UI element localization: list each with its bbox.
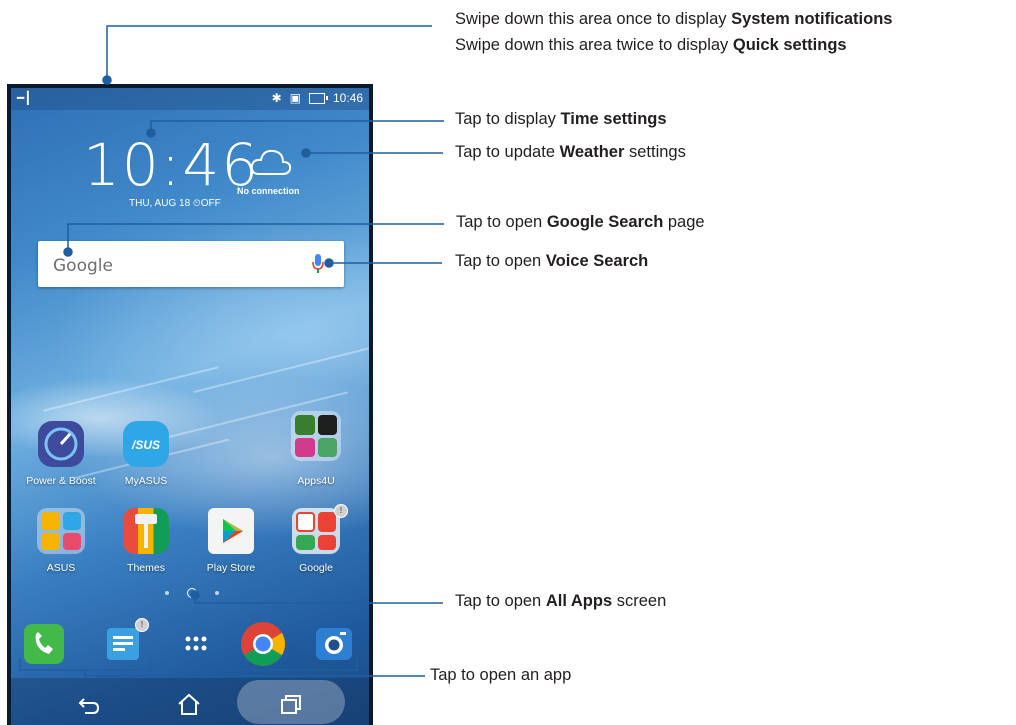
callout-bold: All Apps xyxy=(545,592,613,610)
callout-bold: Google Search xyxy=(546,213,664,231)
callout-bold: Weather xyxy=(559,143,625,161)
callout-system-notifications: Swipe down this area once to display Sys… xyxy=(455,9,892,30)
callout-text: Tap to update xyxy=(455,143,560,161)
callout-text: screen xyxy=(612,592,667,610)
callout-text: Tap to display xyxy=(455,110,561,128)
callout-text: page xyxy=(663,213,705,231)
callout-all-apps: Tap to open All Apps screen xyxy=(455,591,666,612)
callout-text: Swipe down this area once to display xyxy=(455,10,732,28)
callout-bold: Time settings xyxy=(560,110,667,128)
callout-quick-settings: Swipe down this area twice to display Qu… xyxy=(455,35,847,56)
callout-text: Swipe down this area twice to display xyxy=(455,36,733,54)
callout-bold: Voice Search xyxy=(545,252,649,270)
callout-text: settings xyxy=(624,143,686,161)
callout-bold: Quick settings xyxy=(732,36,847,54)
callout-text: Tap to open xyxy=(455,252,546,270)
callout-time-settings: Tap to display Time settings xyxy=(455,109,667,130)
callout-google-search: Tap to open Google Search page xyxy=(456,212,705,233)
callout-open-app: Tap to open an app xyxy=(430,666,572,684)
callout-bold: System notifications xyxy=(731,10,893,28)
callout-weather: Tap to update Weather settings xyxy=(455,142,686,163)
callout-text: Tap to open xyxy=(455,592,546,610)
callout-text: Tap to open xyxy=(456,213,547,231)
callout-voice-search: Tap to open Voice Search xyxy=(455,251,648,272)
